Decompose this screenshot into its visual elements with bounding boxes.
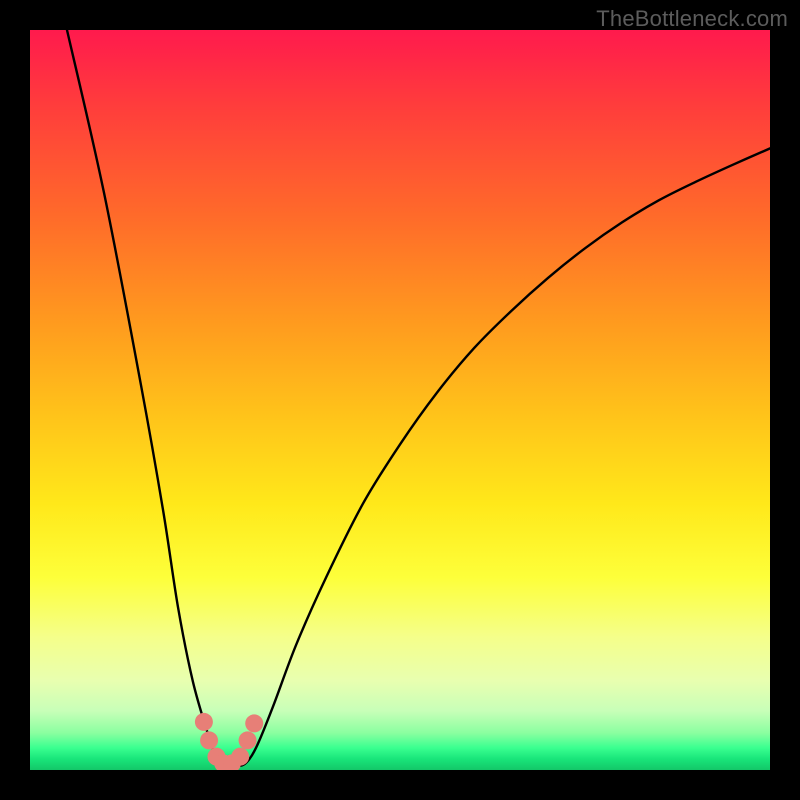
marker-dot <box>239 731 257 749</box>
marker-dot <box>231 748 249 766</box>
bottleneck-curve <box>67 30 770 767</box>
marker-dot <box>195 713 213 731</box>
plot-area <box>30 30 770 770</box>
marker-dot <box>245 714 263 732</box>
watermark-text: TheBottleneck.com <box>596 6 788 32</box>
bottom-cluster-markers <box>195 713 263 770</box>
marker-dot <box>200 731 218 749</box>
chart-svg <box>30 30 770 770</box>
